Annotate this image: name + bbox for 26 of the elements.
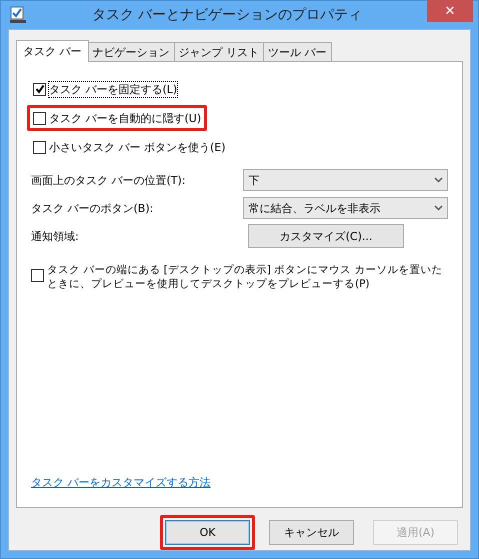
checkbox-label[interactable]: タスク バーの端にある [デスクトップの表示] ボタンにマウス カーソルを置いたときに、プレビューを使用してデスクトップをプレビューする(P) <box>47 263 448 291</box>
app-icon <box>9 6 27 24</box>
help-link[interactable]: タスク バーをカスタマイズする方法 <box>31 475 210 490</box>
tab[interactable]: ツール バー <box>263 42 332 61</box>
customize-button[interactable]: カスタマイズ(C)... <box>248 224 404 248</box>
checkbox[interactable] <box>33 82 46 96</box>
setting-label: 画面上のタスク バーの位置(T): <box>31 172 187 188</box>
checkbox[interactable] <box>33 140 46 154</box>
tab[interactable]: ジャンプ リスト <box>174 42 264 61</box>
chevron-down-icon <box>434 205 443 211</box>
dialog-button[interactable]: OK <box>165 520 250 545</box>
tab[interactable]: ナビゲーション <box>88 42 174 61</box>
setting-label: タスク バーのボタン(B): <box>31 200 154 216</box>
checkbox[interactable] <box>31 269 44 282</box>
setting-label: 通知領域: <box>31 228 80 244</box>
dialog-button[interactable]: キャンセル <box>269 520 354 545</box>
chevron-down-icon <box>434 177 443 183</box>
checkbox[interactable] <box>33 112 46 124</box>
checkbox-label[interactable]: タスク バーを固定する(L) <box>49 82 178 96</box>
dropdown[interactable]: 下 <box>243 169 448 191</box>
tab[interactable]: タスク バー <box>16 40 88 62</box>
close-button[interactable]: ✕ <box>427 0 473 22</box>
window-title: タスク バーとナビゲーションのプロパティ <box>90 6 364 24</box>
checkbox-label[interactable]: 小さいタスク バー ボタンを使う(E) <box>49 140 226 154</box>
checkbox-label[interactable]: タスク バーを自動的に隠す(U) <box>49 110 202 126</box>
dropdown[interactable]: 常に結合、ラベルを非表示 <box>243 197 448 219</box>
